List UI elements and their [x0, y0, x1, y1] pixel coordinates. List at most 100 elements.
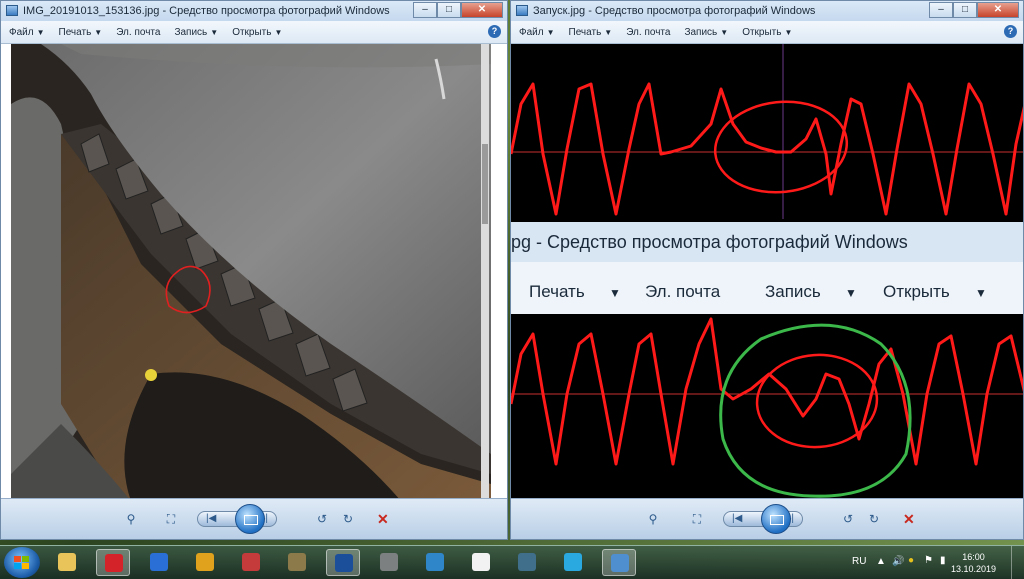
- embedded-menu-burn: Запись: [765, 282, 821, 301]
- app-mixed-icon: [288, 553, 306, 571]
- taskbar-item-explorer[interactable]: [50, 549, 84, 576]
- start-button[interactable]: [4, 547, 40, 578]
- actual-size-icon[interactable]: ⛶: [687, 511, 707, 527]
- taskbar-item-app-red[interactable]: [234, 549, 268, 576]
- help-icon[interactable]: ?: [488, 25, 501, 38]
- shield-icon[interactable]: ●: [908, 555, 914, 566]
- menu-print[interactable]: Печать ▼: [59, 27, 103, 38]
- clock-time: 16:00: [962, 552, 985, 562]
- photo-viewer-icon: [6, 5, 18, 16]
- actual-size-icon[interactable]: ⛶: [161, 511, 181, 527]
- taskbar-item-app-edge[interactable]: [556, 549, 590, 576]
- system-tray: RU ▲ 🔊 ● ⚑ ▮ 16:00 13.10.2019: [834, 546, 1024, 579]
- title-bar[interactable]: IMG_20191013_153136.jpg - Средство просм…: [1, 1, 507, 21]
- minimize-button[interactable]: –: [929, 2, 953, 18]
- oscilloscope-icon: [335, 554, 353, 572]
- taskbar-item-opera[interactable]: [96, 549, 130, 576]
- menu-burn[interactable]: Запись ▼: [684, 27, 728, 38]
- photo-canvas[interactable]: [1, 44, 507, 499]
- slideshow-button[interactable]: [235, 504, 265, 534]
- photo-viewer-icon: [516, 5, 528, 16]
- viewer-toolbar: ⚲ ⛶ |◀ ▶| ↺ ↻ ✕: [1, 498, 507, 539]
- svg-text:▼: ▼: [975, 286, 987, 300]
- taskbar-item-photo-viewer[interactable]: [602, 549, 636, 576]
- chevron-down-icon: ▼: [546, 27, 555, 37]
- chevron-down-icon: ▼: [210, 27, 219, 37]
- embedded-menu-email: Эл. почта: [645, 282, 721, 301]
- volume-icon[interactable]: 🔊: [892, 556, 904, 567]
- zoom-icon[interactable]: ⚲: [641, 511, 665, 527]
- taskbar-item-oscilloscope[interactable]: [326, 549, 360, 576]
- viewer-toolbar: ⚲ ⛶ |◀ ▶| ↺ ↻ ✕: [511, 498, 1023, 539]
- menu-bar: Файл ▼ Печать ▼ Эл. почта Запись ▼ Открыть ▼…: [1, 21, 507, 44]
- delete-icon[interactable]: ✕: [377, 511, 389, 527]
- chevron-down-icon: ▼: [36, 27, 45, 37]
- app-vasya-icon: [472, 553, 490, 571]
- rotate-ccw-icon[interactable]: ↺: [839, 511, 857, 527]
- app-monitor-icon: [518, 553, 536, 571]
- taskbar-item-app-monitor[interactable]: [510, 549, 544, 576]
- menu-file[interactable]: Файл ▼: [519, 27, 555, 38]
- taskbar-item-app-tv[interactable]: [418, 549, 452, 576]
- taskbar-item-app-mixed[interactable]: [280, 549, 314, 576]
- taskbar-item-app-grey[interactable]: [372, 549, 406, 576]
- menu-burn[interactable]: Запись ▼: [174, 27, 218, 38]
- menu-email[interactable]: Эл. почта: [116, 27, 160, 38]
- menu-open[interactable]: Открыть ▼: [232, 27, 282, 38]
- language-indicator[interactable]: RU: [852, 556, 866, 567]
- app-blue-icon: [150, 553, 168, 571]
- rotate-ccw-icon[interactable]: ↺: [313, 511, 331, 527]
- menu-email[interactable]: Эл. почта: [626, 27, 670, 38]
- taskbar-item-app-vasya[interactable]: [464, 549, 498, 576]
- title-bar[interactable]: Запуск.jpg - Средство просмотра фотограф…: [511, 1, 1023, 21]
- previous-button[interactable]: |◀: [206, 512, 216, 526]
- show-hidden-icons-icon[interactable]: ▲: [876, 556, 886, 567]
- app-yellow-icon: [196, 553, 214, 571]
- previous-button[interactable]: |◀: [732, 512, 742, 526]
- show-desktop-button[interactable]: [1011, 546, 1024, 579]
- window-title: Запуск.jpg - Средство просмотра фотограф…: [533, 5, 816, 17]
- taskbar-item-app-yellow[interactable]: [188, 549, 222, 576]
- network-icon[interactable]: ▮: [940, 555, 946, 566]
- chevron-down-icon: ▼: [604, 27, 613, 37]
- embedded-window-title: pg - Средство просмотра фотографий Windo…: [511, 232, 908, 252]
- photo-viewer-icon: [611, 554, 629, 572]
- chevron-down-icon: ▼: [720, 27, 729, 37]
- menu-bar: Файл ▼ Печать ▼ Эл. почта Запись ▼ Открыть ▼…: [511, 21, 1023, 44]
- chevron-down-icon: ▼: [94, 27, 103, 37]
- app-edge-icon: [564, 553, 582, 571]
- maximize-button[interactable]: □: [437, 2, 461, 18]
- taskbar-item-app-blue[interactable]: [142, 549, 176, 576]
- app-grey-icon: [380, 553, 398, 571]
- oscilloscope-capture: pg - Средство просмотра фотографий Windo…: [511, 44, 1023, 499]
- app-tv-icon: [426, 553, 444, 571]
- clock[interactable]: 16:00 13.10.2019: [951, 551, 996, 575]
- gear-photo: [11, 44, 491, 499]
- flag-icon[interactable]: ⚑: [924, 555, 933, 566]
- help-icon[interactable]: ?: [1004, 25, 1017, 38]
- svg-text:▼: ▼: [609, 286, 621, 300]
- clock-date: 13.10.2019: [950, 564, 996, 574]
- chevron-down-icon: ▼: [274, 27, 283, 37]
- delete-icon[interactable]: ✕: [903, 511, 915, 527]
- svg-text:▼: ▼: [845, 286, 857, 300]
- explorer-icon: [58, 553, 76, 571]
- close-button[interactable]: ✕: [461, 2, 503, 18]
- embedded-menu-print: Печать: [529, 282, 585, 301]
- window-title: IMG_20191013_153136.jpg - Средство просм…: [23, 5, 390, 17]
- menu-open[interactable]: Открыть ▼: [742, 27, 792, 38]
- minimize-button[interactable]: –: [413, 2, 437, 18]
- menu-file[interactable]: Файл ▼: [9, 27, 45, 38]
- windows-logo-icon: [14, 556, 30, 569]
- rotate-cw-icon[interactable]: ↻: [339, 511, 357, 527]
- close-button[interactable]: ✕: [977, 2, 1019, 18]
- photo-canvas[interactable]: pg - Средство просмотра фотографий Windo…: [511, 44, 1023, 499]
- zoom-icon[interactable]: ⚲: [119, 511, 143, 527]
- taskbar: RU ▲ 🔊 ● ⚑ ▮ 16:00 13.10.2019: [0, 545, 1024, 579]
- photo-viewer-window-right: Запуск.jpg - Средство просмотра фотограф…: [510, 0, 1024, 540]
- maximize-button[interactable]: □: [953, 2, 977, 18]
- embedded-menu-open: Открыть: [883, 282, 950, 301]
- rotate-cw-icon[interactable]: ↻: [865, 511, 883, 527]
- slideshow-button[interactable]: [761, 504, 791, 534]
- menu-print[interactable]: Печать ▼: [569, 27, 613, 38]
